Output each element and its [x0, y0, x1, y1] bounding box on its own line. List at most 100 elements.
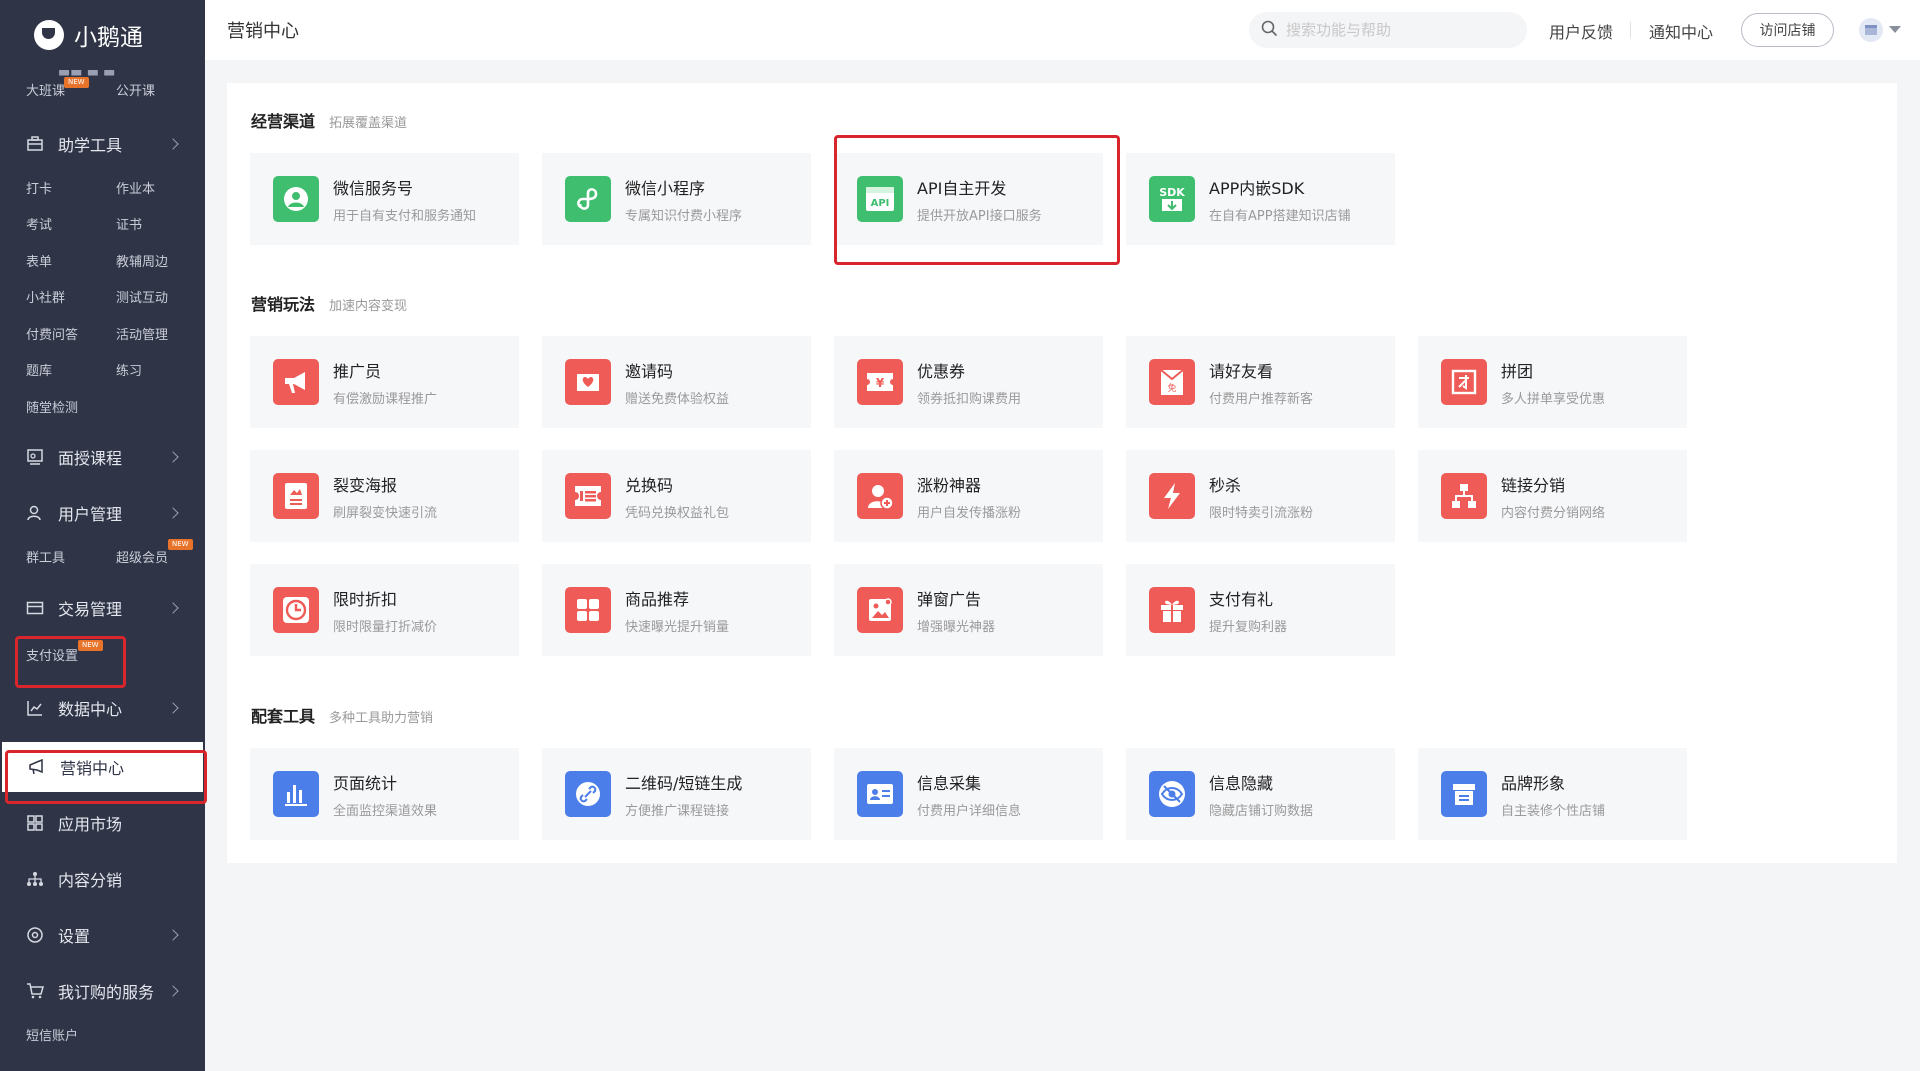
notifications-link[interactable]: 通知中心 [1649, 19, 1713, 43]
chevron-right-icon [167, 984, 179, 997]
search-input[interactable] [1286, 21, 1506, 39]
card-brand-image[interactable]: 品牌形象 自主装修个性店铺 [1418, 748, 1687, 840]
poster-icon [273, 473, 319, 519]
sidebar-item-activity[interactable]: 活动管理 [116, 318, 205, 355]
mini-program-icon [565, 176, 611, 222]
logo-text: 小鹅通 [74, 25, 143, 51]
svg-text:SDK: SDK [1159, 186, 1185, 199]
id-card-icon [857, 771, 903, 817]
sidebar-item-quiz-interact[interactable]: 测试互动 [116, 281, 205, 318]
gift-icon [1149, 587, 1195, 633]
nav-study-tools[interactable]: 助学工具 [0, 116, 205, 172]
clock-icon [273, 587, 319, 633]
new-badge: NEW [64, 77, 89, 88]
card-invite-friends[interactable]: 免 请好友看 付费用户推荐新客 [1126, 336, 1395, 428]
briefcase-icon [26, 135, 44, 153]
svg-text:免: 免 [1167, 382, 1176, 394]
card-invite-code[interactable]: 邀请码 赠送免费体验权益 [542, 336, 811, 428]
sidebar-item-form[interactable]: 表单 [26, 245, 116, 282]
link-icon [565, 771, 611, 817]
chevron-right-icon [167, 451, 179, 463]
card-limited-discount[interactable]: 限时折扣 限时限量打折减价 [250, 564, 519, 656]
card-product-recommend[interactable]: 商品推荐 快速曝光提升销量 [542, 564, 811, 656]
caret-down-icon[interactable] [1889, 26, 1901, 33]
add-user-icon [857, 473, 903, 519]
sidebar-item-super-member[interactable]: NEW 超级会员 [116, 539, 205, 578]
new-badge: NEW [168, 539, 193, 550]
chevron-right-icon [167, 701, 179, 714]
sidebar-item-big-class[interactable]: NEW 大班课 [26, 74, 116, 111]
nav-content-distribution[interactable]: 内容分销 [0, 851, 205, 907]
storefront-icon [1441, 771, 1487, 817]
nav-my-services[interactable]: 我订购的服务 [0, 963, 205, 1019]
chart-icon [26, 699, 44, 717]
card-coupon[interactable]: ¥ 优惠券 领券抵扣购课费用 [834, 336, 1103, 428]
sidebar-item-paid-qa[interactable]: 付费问答 [26, 318, 116, 355]
wechat-service-icon [273, 176, 319, 222]
sidebar-item-exam[interactable]: 考试 [26, 208, 116, 245]
card-info-hide[interactable]: 信息隐藏 隐藏店铺订购数据 [1126, 748, 1395, 840]
sidebar-item-question-bank[interactable]: 题库 [26, 354, 116, 391]
chevron-right-icon [167, 507, 179, 519]
sidebar-item-sms-account[interactable]: 短信账户 [26, 1019, 116, 1056]
nav-offline-courses[interactable]: 面授课程 [0, 429, 205, 485]
card-fission-poster[interactable]: 裂变海报 刷屏裂变快速引流 [250, 450, 519, 542]
svg-text:¥: ¥ [876, 376, 885, 390]
card-promoter[interactable]: 推广员 有偿激励课程推广 [250, 336, 519, 428]
nav-user-management[interactable]: 用户管理 [0, 485, 205, 541]
sdk-icon: SDK [1149, 176, 1195, 222]
coupon-icon: ¥ [857, 359, 903, 405]
sidebar-item-open-class[interactable]: 公开课 [116, 74, 205, 111]
nav-transaction-management[interactable]: 交易管理 [0, 580, 205, 636]
nav-settings[interactable]: 设置 [0, 907, 205, 963]
sidebar-item-homework[interactable]: 作业本 [116, 172, 205, 209]
megaphone-icon [273, 359, 319, 405]
classroom-icon [26, 448, 44, 466]
redeem-code-icon [565, 473, 611, 519]
page-title: 营销中心 [227, 21, 299, 42]
search-box[interactable] [1249, 12, 1527, 48]
card-qrcode-shortlink[interactable]: 二维码/短链生成 方便推广课程链接 [542, 748, 811, 840]
card-app-sdk[interactable]: SDK APP内嵌SDK 在自有APP搭建知识店铺 [1126, 153, 1395, 245]
bar-chart-icon [273, 771, 319, 817]
top-header: 营销中心 用户反馈 通知中心 访问店铺 [205, 0, 1920, 60]
sidebar-item-checkin[interactable]: 打卡 [26, 172, 116, 209]
chevron-right-icon [167, 928, 179, 941]
avatar[interactable] [1859, 18, 1883, 42]
card-info-collect[interactable]: 信息采集 付费用户详细信息 [834, 748, 1103, 840]
sidebar: 小鹅通 ■■ ■ ■ NEW 大班课 公开课 助学工具 打卡 作业本 考试 证书… [0, 0, 205, 1071]
card-group-buy[interactable]: 拼团 多人拼单享受优惠 [1418, 336, 1687, 428]
section-title-tools: 配套工具 多种工具助力营销 [251, 707, 434, 726]
feedback-link[interactable]: 用户反馈 [1549, 19, 1613, 43]
header-divider [1630, 22, 1631, 38]
card-page-stats[interactable]: 页面统计 全面监控渠道效果 [250, 748, 519, 840]
card-icon [26, 599, 44, 617]
sidebar-item-community[interactable]: 小社群 [26, 281, 116, 318]
chevron-right-icon [167, 601, 179, 614]
settings-icon [26, 926, 44, 944]
sidebar-item-merch[interactable]: 教辅周边 [116, 245, 205, 282]
search-icon [1261, 20, 1278, 41]
main-panel: 经营渠道 拓展覆盖渠道 微信服务号 用于自有支付和服务通知 微信小程序 专属知识付费小… [227, 83, 1897, 863]
card-flash-sale[interactable]: 秒杀 限时特卖引流涨粉 [1126, 450, 1395, 542]
card-wechat-mini-program[interactable]: 微信小程序 专属知识付费小程序 [542, 153, 811, 245]
eye-hidden-icon [1149, 771, 1195, 817]
network-icon [26, 870, 44, 888]
store-icon [1865, 25, 1877, 35]
logo[interactable]: 小鹅通 [0, 0, 205, 70]
card-popup-ad[interactable]: 弹窗广告 增强曝光神器 [834, 564, 1103, 656]
popup-ad-icon [857, 587, 903, 633]
highlight-payment-settings [15, 636, 126, 688]
sidebar-item-group-tools[interactable]: 群工具 [26, 541, 116, 578]
sidebar-item-class-test[interactable]: 随堂检测 [26, 391, 116, 428]
card-link-distribution[interactable]: 链接分销 内容付费分销网络 [1418, 450, 1687, 542]
grid-icon [565, 587, 611, 633]
sidebar-item-practice[interactable]: 练习 [116, 354, 205, 391]
visit-store-button[interactable]: 访问店铺 [1741, 13, 1834, 47]
card-redeem-code[interactable]: 兑换码 凭码兑换权益礼包 [542, 450, 811, 542]
card-fan-growth[interactable]: 涨粉神器 用户自发传播涨粉 [834, 450, 1103, 542]
card-wechat-service[interactable]: 微信服务号 用于自有支付和服务通知 [250, 153, 519, 245]
logo-icon [34, 20, 64, 50]
card-payment-gift[interactable]: 支付有礼 提升复购利器 [1126, 564, 1395, 656]
sidebar-item-certificate[interactable]: 证书 [116, 208, 205, 245]
